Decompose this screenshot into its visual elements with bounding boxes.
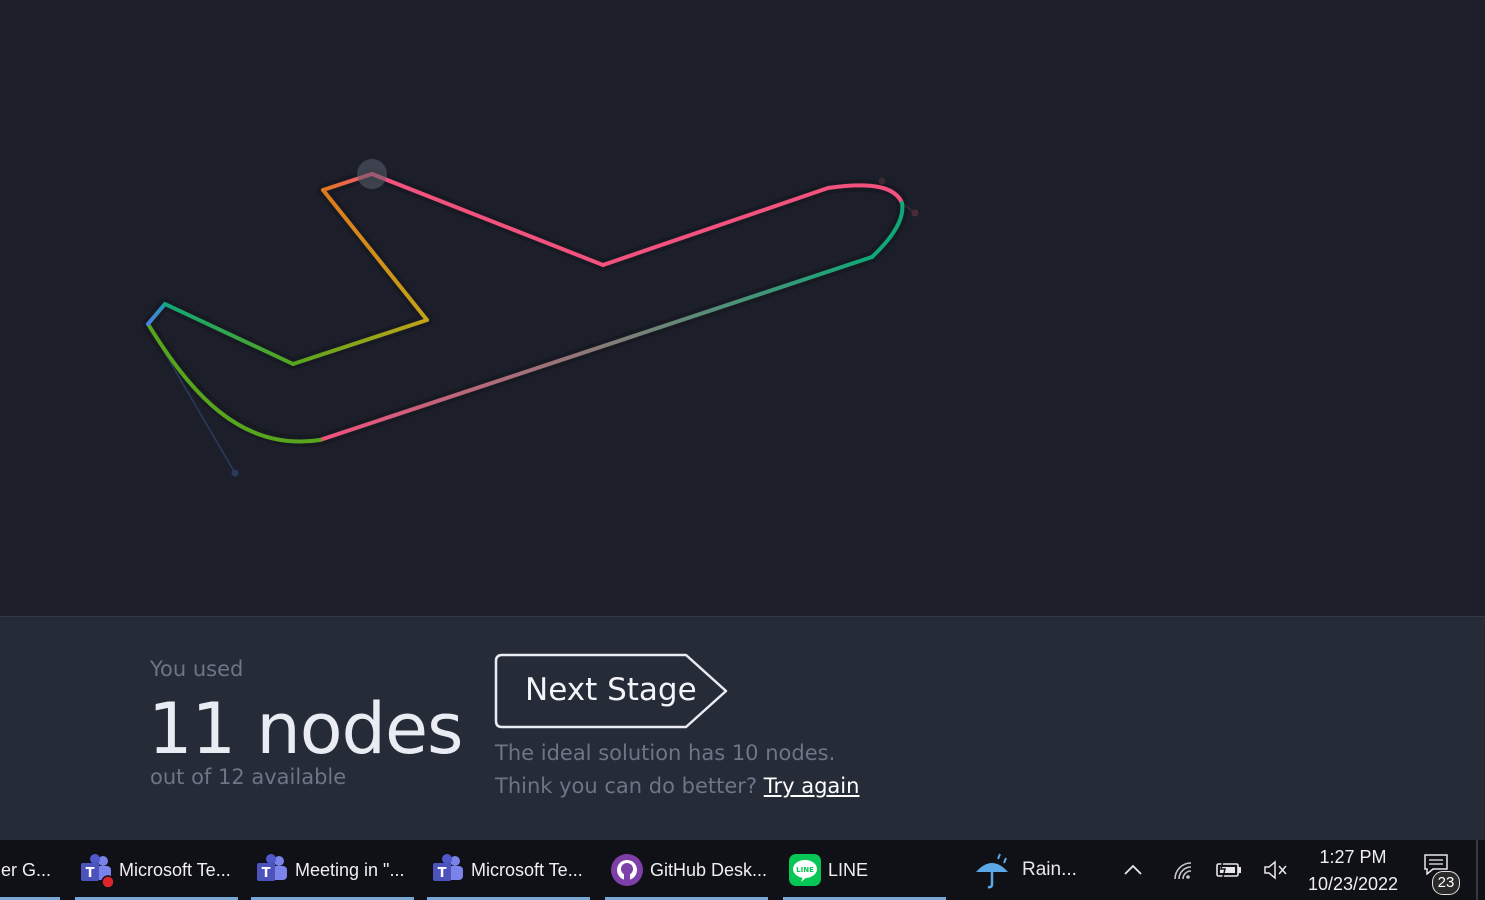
taskbar-item-line[interactable]: LINE LINE xyxy=(783,840,946,900)
control-handle-point[interactable] xyxy=(878,177,886,185)
clock[interactable]: 1:27 PM 10/23/2022 xyxy=(1300,844,1406,898)
path-segment xyxy=(370,172,605,267)
next-stage-label: Next Stage xyxy=(525,672,697,708)
svg-text:LINE: LINE xyxy=(796,866,814,874)
control-handle-point[interactable] xyxy=(231,469,239,477)
wifi-icon[interactable] xyxy=(1166,840,1200,900)
path-shadow xyxy=(142,168,909,448)
result-panel: You used 11 nodes out of 12 available Ne… xyxy=(0,616,1485,840)
volume-muted-icon[interactable] xyxy=(1260,840,1292,900)
path-segment xyxy=(601,186,830,267)
teams-icon: T xyxy=(79,853,115,889)
svg-text:T: T xyxy=(438,866,447,881)
path-segment xyxy=(163,302,295,366)
next-stage-button[interactable]: Next Stage xyxy=(494,653,730,731)
show-desktop-button[interactable] xyxy=(1476,840,1478,900)
clock-date: 10/23/2022 xyxy=(1307,874,1399,894)
svg-text:T: T xyxy=(86,866,95,881)
notification-badge: 23 xyxy=(1432,871,1460,895)
ideal-solution-text: The ideal solution has 10 nodes. Think y… xyxy=(495,737,895,803)
taskbar-item-teams[interactable]: T Microsoft Te... xyxy=(75,840,238,900)
taskbar-item-app[interactable]: tier G... xyxy=(0,840,60,900)
teams-icon: T xyxy=(255,853,289,887)
taskbar: tier G... T Microsoft Te... T xyxy=(0,840,1485,900)
taskbar-item-label: tier G... xyxy=(0,859,52,880)
control-handle-point[interactable] xyxy=(911,209,919,217)
taskbar-item-teams-meeting[interactable]: T Meeting in "... xyxy=(251,840,414,900)
nodes-count: 11 nodes xyxy=(148,688,463,770)
taskbar-item-label: LINE xyxy=(828,859,869,880)
taskbar-item-label: GitHub Desk... xyxy=(650,859,768,880)
weather-widget[interactable]: Rain... xyxy=(972,840,1087,900)
svg-text:T: T xyxy=(262,866,271,881)
path-segment xyxy=(321,188,429,322)
try-again-link[interactable]: Try again xyxy=(764,774,860,798)
game-canvas[interactable] xyxy=(0,0,1485,616)
line-icon: LINE xyxy=(788,853,822,887)
battery-icon[interactable] xyxy=(1212,840,1246,900)
path-segment xyxy=(291,318,429,366)
taskbar-item-label: Microsoft Te... xyxy=(119,859,231,880)
umbrella-icon xyxy=(972,850,1012,890)
chevron-up-icon[interactable] xyxy=(1118,840,1148,900)
available-label: out of 12 available xyxy=(150,765,347,789)
active-node[interactable] xyxy=(357,159,387,189)
used-label: You used xyxy=(150,657,244,681)
taskbar-item-teams-2[interactable]: T Microsoft Te... xyxy=(427,840,590,900)
taskbar-item-label: Meeting in "... xyxy=(295,859,405,880)
github-icon xyxy=(610,853,644,887)
taskbar-item-github[interactable]: GitHub Desk... xyxy=(605,840,768,900)
taskbar-item-label: Microsoft Te... xyxy=(471,859,583,880)
teams-icon: T xyxy=(431,853,465,887)
clock-time: 1:27 PM xyxy=(1319,847,1387,867)
weather-label: Rain... xyxy=(1022,859,1077,880)
airplane-drawing[interactable] xyxy=(0,0,1485,616)
